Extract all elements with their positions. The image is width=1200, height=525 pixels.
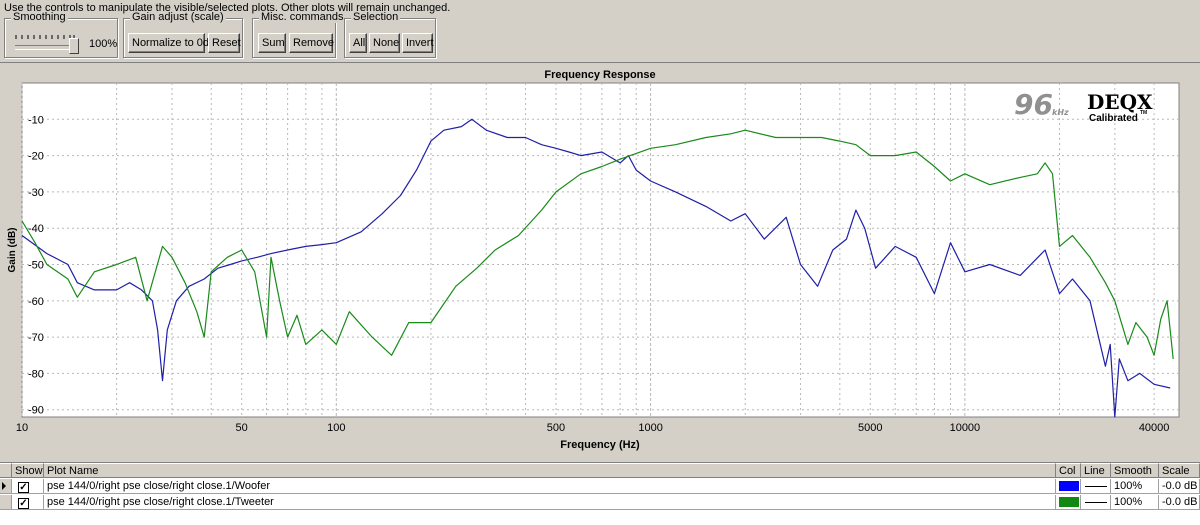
x-tick-label: 1000 <box>638 422 662 434</box>
row-pointer-icon <box>2 482 6 490</box>
tweeter-color-swatch[interactable] <box>1059 497 1079 507</box>
logo-unit: kHz <box>1052 108 1069 117</box>
table-row[interactable]: ✓ pse 144/0/right pse close/right close.… <box>0 495 1200 510</box>
y-tick-label: -70 <box>28 332 44 344</box>
show-checkbox[interactable]: ✓ <box>18 482 29 493</box>
line-cell[interactable] <box>1081 495 1111 510</box>
col-header-indicator <box>0 463 12 478</box>
normalize-button[interactable]: Normalize to 0dB <box>128 33 216 53</box>
x-axis-label: Frequency (Hz) <box>560 439 640 451</box>
x-tick-label: 40000 <box>1139 422 1170 434</box>
smoothing-slider-thumb[interactable] <box>69 38 79 54</box>
show-checkbox[interactable]: ✓ <box>18 498 29 509</box>
x-tick-label: 5000 <box>858 422 882 434</box>
color-cell[interactable] <box>1056 495 1081 510</box>
plot-name-cell[interactable]: pse 144/0/right pse close/right close.1/… <box>44 495 1056 510</box>
col-header-scale[interactable]: Scale <box>1159 463 1200 478</box>
col-header-line[interactable]: Line <box>1081 463 1111 478</box>
y-tick-labels: -10 -20 -30 -40 -50 -60 -70 -80 -90 <box>28 114 44 416</box>
chart-title: Frequency Response <box>544 69 655 81</box>
x-tick-labels: 10 50 100 500 1000 5000 10000 40000 <box>16 422 1170 434</box>
y-axis-label: Gain (dB) <box>7 228 18 273</box>
smooth-cell[interactable]: 100% <box>1111 479 1159 494</box>
selection-group-title: Selection <box>351 11 401 23</box>
x-tick-label: 10000 <box>950 422 981 434</box>
y-tick-label: -30 <box>28 187 44 199</box>
line-cell[interactable] <box>1081 479 1111 494</box>
invert-selection-button[interactable]: Invert <box>402 33 434 53</box>
smoothing-group: Smoothing 100% <box>4 11 118 58</box>
smoothing-group-title: Smoothing <box>11 11 68 23</box>
color-cell[interactable] <box>1056 479 1081 494</box>
misc-commands-group: Misc. commands Sum Remove <box>252 11 346 58</box>
col-header-plot-name[interactable]: Plot Name <box>44 463 1056 478</box>
logo-tm: TM <box>1140 110 1147 116</box>
show-cell[interactable]: ✓ <box>12 479 44 494</box>
row-indicator <box>0 479 12 494</box>
plot-name-cell[interactable]: pse 144/0/right pse close/right close.1/… <box>44 479 1056 494</box>
plot-area[interactable] <box>21 82 1180 418</box>
col-header-col[interactable]: Col <box>1056 463 1081 478</box>
select-none-button[interactable]: None <box>369 33 400 53</box>
table-row[interactable]: ✓ pse 144/0/right pse close/right close.… <box>0 479 1200 494</box>
select-all-button[interactable]: All <box>349 33 367 53</box>
remove-button[interactable]: Remove <box>289 33 334 53</box>
x-tick-label: 100 <box>327 422 345 434</box>
line-style-sample <box>1085 486 1107 487</box>
logo-number: 96 <box>1014 88 1053 121</box>
table-header: Show Plot Name Col Line Smooth Scale <box>0 463 1200 478</box>
smooth-cell[interactable]: 100% <box>1111 495 1159 510</box>
scale-cell[interactable]: -0.0 dB <box>1159 495 1200 510</box>
y-tick-label: -50 <box>28 260 44 272</box>
plot-list-table: Show Plot Name Col Line Smooth Scale ✓ p… <box>0 462 1200 525</box>
y-tick-label: -60 <box>28 296 44 308</box>
x-tick-label: 10 <box>16 422 28 434</box>
slider-ticks <box>15 35 75 39</box>
gain-adjust-group-title: Gain adjust (scale) <box>130 11 226 23</box>
col-header-smooth[interactable]: Smooth <box>1111 463 1159 478</box>
row-indicator <box>0 495 12 510</box>
show-cell[interactable]: ✓ <box>12 495 44 510</box>
y-tick-label: -40 <box>28 223 44 235</box>
scale-cell[interactable]: -0.0 dB <box>1159 479 1200 494</box>
x-tick-label: 500 <box>547 422 565 434</box>
sum-button[interactable]: Sum <box>258 33 286 53</box>
line-style-sample <box>1085 502 1107 503</box>
selection-group: Selection All None Invert <box>344 11 436 58</box>
y-tick-label: -20 <box>28 151 44 163</box>
reset-button[interactable]: Reset <box>208 33 241 53</box>
logo-sub: Calibrated <box>1089 113 1138 124</box>
x-tick-label: 50 <box>236 422 248 434</box>
y-tick-label: -90 <box>28 405 44 417</box>
woofer-color-swatch[interactable] <box>1059 481 1079 491</box>
smoothing-value: 100% <box>89 38 118 50</box>
col-header-show[interactable]: Show <box>12 463 44 478</box>
y-tick-label: -80 <box>28 368 44 380</box>
misc-commands-group-title: Misc. commands <box>259 11 346 23</box>
gain-adjust-group: Gain adjust (scale) Normalize to 0dB Res… <box>123 11 243 58</box>
y-tick-label: -10 <box>28 114 44 126</box>
frequency-response-chart[interactable]: Frequency Response -10 -20 -30 -40 -50 -60 -70… <box>0 62 1200 460</box>
